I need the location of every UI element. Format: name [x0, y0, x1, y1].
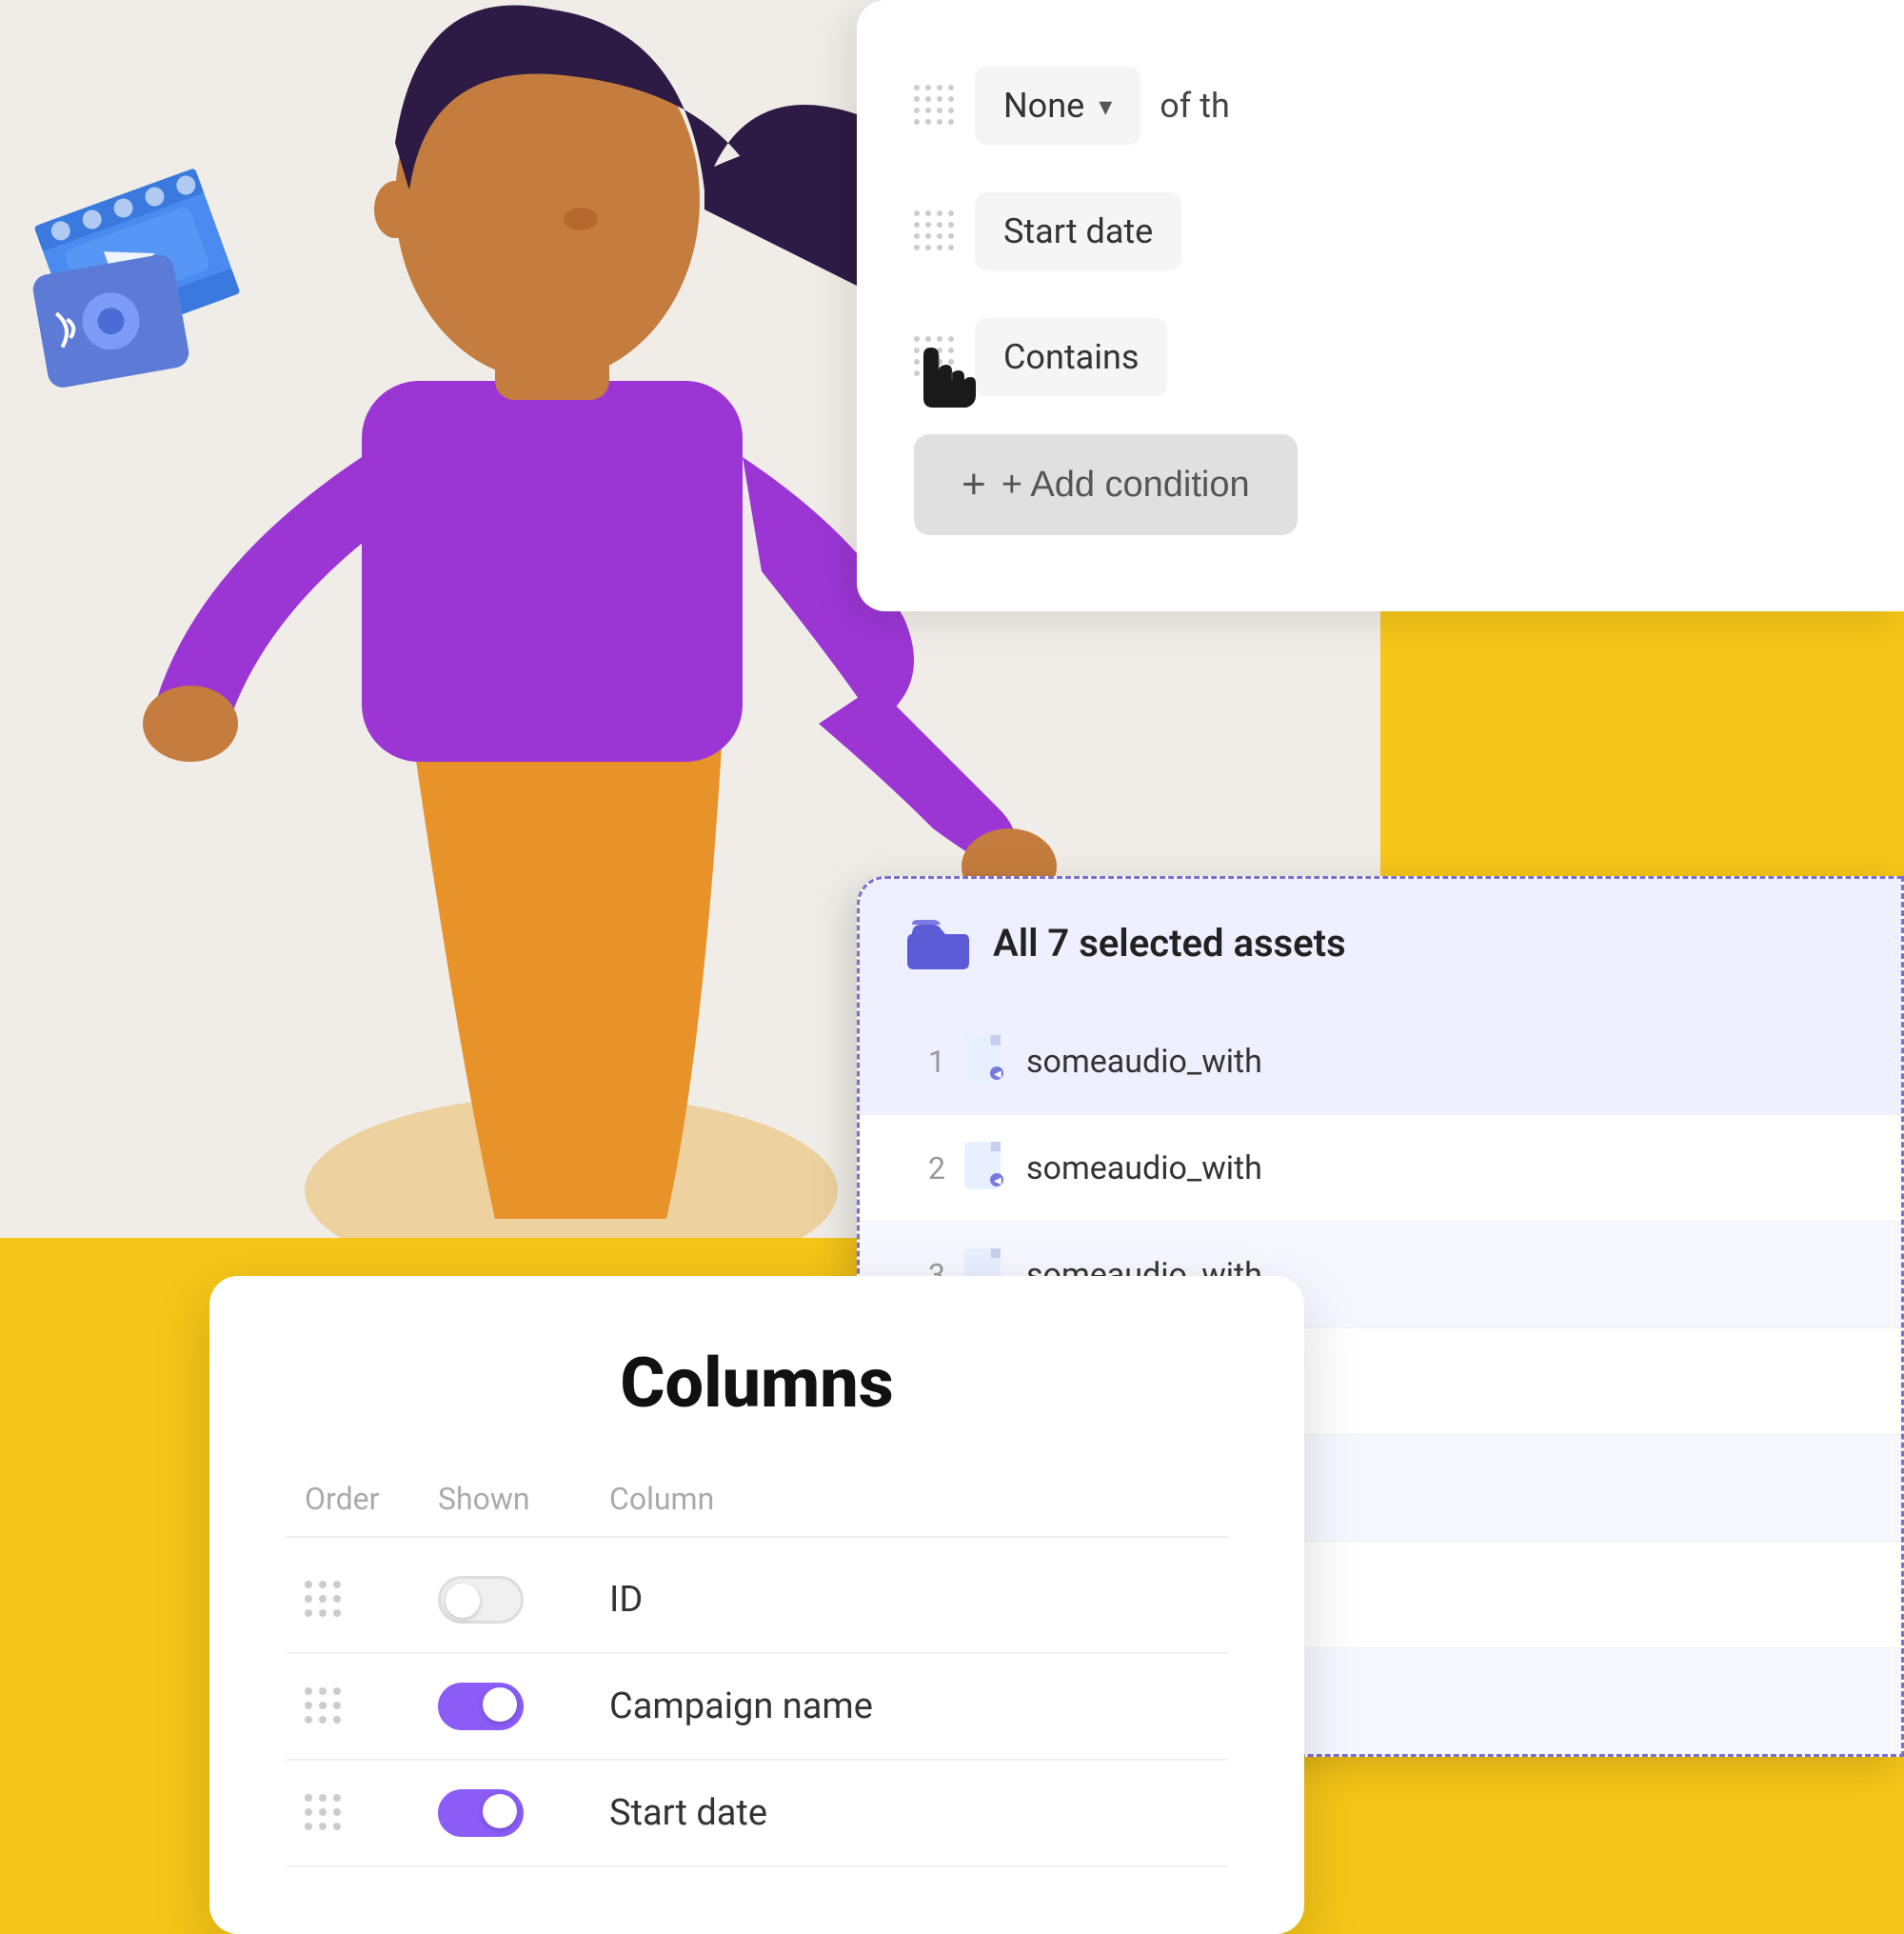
order-header: Order: [305, 1481, 438, 1517]
shown-header: Shown: [438, 1481, 609, 1517]
list-item[interactable]: 2 ◀ someaudio_with: [860, 1114, 1901, 1221]
asset-name-2: someaudio_with: [1026, 1149, 1262, 1187]
column-row-id: ID: [286, 1547, 1228, 1654]
contains-dropdown[interactable]: Contains: [975, 318, 1167, 396]
drag-handle-2[interactable]: [914, 210, 956, 252]
chevron-down-icon: ▾: [1099, 90, 1112, 122]
contains-label: Contains: [1003, 337, 1139, 377]
start-date-dropdown[interactable]: Start date: [975, 192, 1181, 270]
drag-handle-1[interactable]: [914, 85, 956, 127]
column-label-campaign: Campaign name: [609, 1685, 1209, 1727]
columns-title: Columns: [286, 1343, 1228, 1424]
column-header: Column: [609, 1481, 1209, 1517]
column-label-startdate: Start date: [609, 1792, 1209, 1834]
filter-panel: None ▾ of th Start date: [857, 0, 1904, 611]
of-the-label: of th: [1160, 86, 1230, 126]
filter-row-3: Contains: [914, 309, 1847, 406]
svg-text:◀: ◀: [994, 1069, 1002, 1080]
none-dropdown[interactable]: None ▾: [975, 67, 1140, 145]
toggle-startdate[interactable]: [438, 1789, 524, 1837]
toggle-id[interactable]: [438, 1576, 524, 1624]
start-date-label: Start date: [1003, 211, 1153, 251]
add-condition-label: + Add condition: [1002, 465, 1250, 506]
asset-number-1: 1: [907, 1044, 945, 1080]
drag-handle-id[interactable]: [305, 1581, 438, 1619]
drag-handle-startdate[interactable]: [305, 1794, 438, 1832]
toggle-thumb-id: [446, 1584, 480, 1618]
drag-handle-3[interactable]: [914, 336, 956, 378]
none-label: None: [1003, 86, 1084, 126]
list-item[interactable]: 1 ◀ someaudio_with: [860, 1007, 1901, 1114]
audio-file-icon-2: ◀: [964, 1142, 1007, 1194]
columns-panel: Columns Order Shown Column ID: [209, 1276, 1304, 1934]
toggle-thumb-startdate: [483, 1794, 517, 1828]
folder-icon: [907, 917, 969, 969]
column-row-startdate: Start date: [286, 1761, 1228, 1867]
column-row-campaign: Campaign name: [286, 1654, 1228, 1761]
columns-header: Order Shown Column: [286, 1481, 1228, 1538]
drag-handle-campaign[interactable]: [305, 1687, 438, 1725]
filter-row-1: None ▾ of th: [914, 57, 1847, 154]
asset-name-1: someaudio_with: [1026, 1043, 1262, 1081]
audio-file-icon-1: ◀: [964, 1035, 1007, 1087]
asset-header-text: All 7 selected assets: [993, 921, 1346, 966]
filter-row-2: Start date: [914, 183, 1847, 280]
add-condition-button[interactable]: + + Add condition: [914, 434, 1298, 535]
plus-icon: +: [962, 461, 986, 508]
asset-header: All 7 selected assets: [860, 879, 1901, 1007]
asset-number-2: 2: [907, 1150, 945, 1186]
toggle-thumb-campaign: [483, 1687, 517, 1722]
toggle-campaign[interactable]: [438, 1683, 524, 1730]
svg-text:◀: ◀: [994, 1176, 1002, 1186]
column-label-id: ID: [609, 1579, 1209, 1621]
